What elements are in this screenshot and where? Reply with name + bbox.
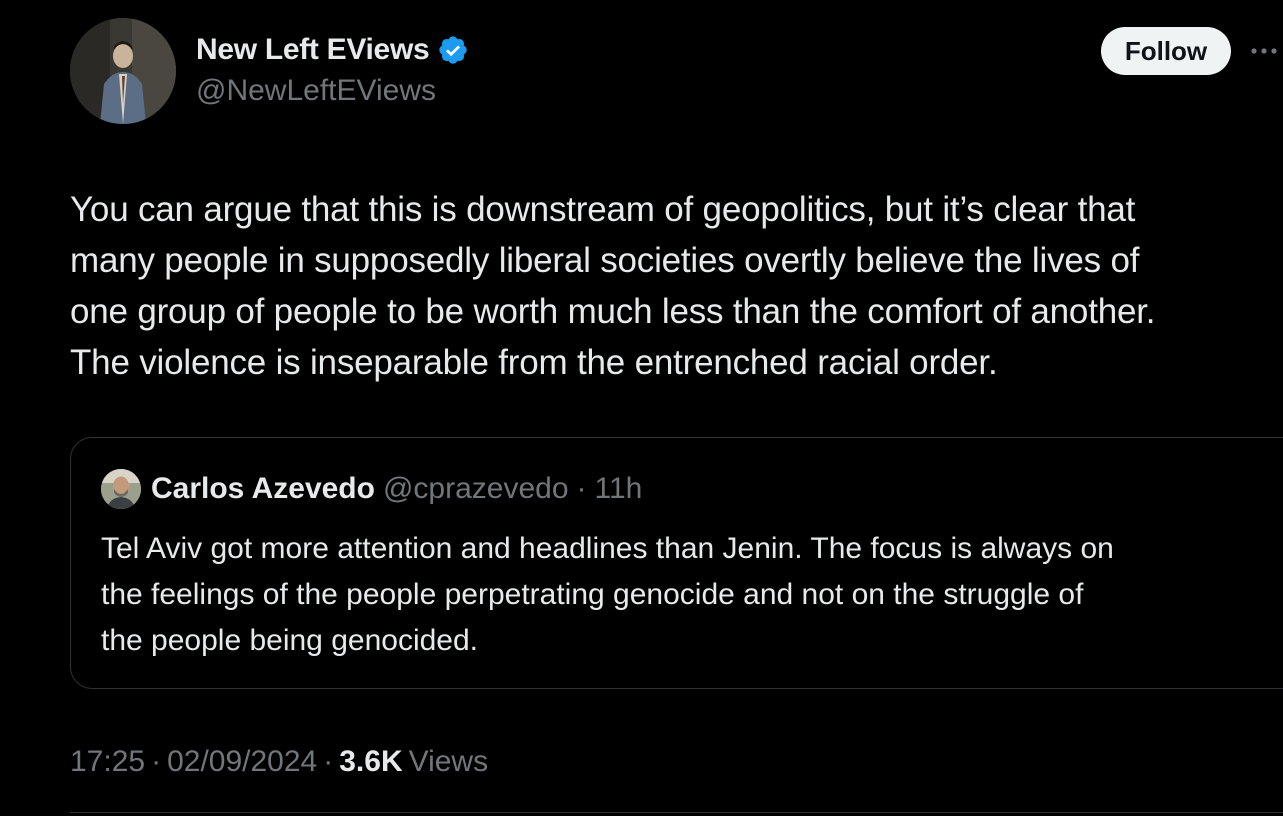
profile-photo-icon	[70, 18, 176, 124]
views-label: Views	[408, 745, 489, 778]
tweet-date[interactable]: 02/09/2024	[167, 745, 317, 779]
author-name[interactable]: New Left EViews	[196, 33, 430, 67]
separator-dot: ·	[151, 745, 162, 778]
profile-photo-icon	[101, 469, 141, 509]
tweet-meta: 17:25 · 02/09/2024 · 3.6K Views	[70, 742, 488, 782]
tweet-text: You can argue that this is downstream of…	[70, 190, 1156, 382]
quoted-tweet-card[interactable]: Carlos Azevedo @cprazevedo · 11h Tel Avi…	[70, 437, 1283, 689]
author-name-row: New Left EViews	[196, 30, 469, 70]
follow-button[interactable]: Follow	[1101, 27, 1231, 75]
more-dots-icon[interactable]	[1250, 43, 1283, 59]
separator-dot: ·	[323, 745, 334, 778]
quoted-tweet-header: Carlos Azevedo @cprazevedo · 11h	[101, 468, 642, 510]
divider	[70, 812, 1283, 813]
quoted-author-handle[interactable]: @cprazevedo	[383, 472, 569, 506]
quoted-tweet-text: Tel Aviv got more attention and headline…	[101, 532, 1114, 657]
tweet-time[interactable]: 17:25	[70, 745, 145, 779]
separator-dot: ·	[576, 472, 587, 505]
quoted-author-name[interactable]: Carlos Azevedo	[151, 472, 375, 506]
verified-badge-icon	[439, 36, 468, 64]
author-avatar[interactable]	[70, 18, 176, 124]
quoted-author-avatar[interactable]	[101, 469, 141, 509]
author-handle[interactable]: @NewLeftEViews	[196, 74, 436, 108]
quoted-tweet-time[interactable]: 11h	[595, 472, 643, 506]
views-count: 3.6K	[339, 745, 403, 778]
